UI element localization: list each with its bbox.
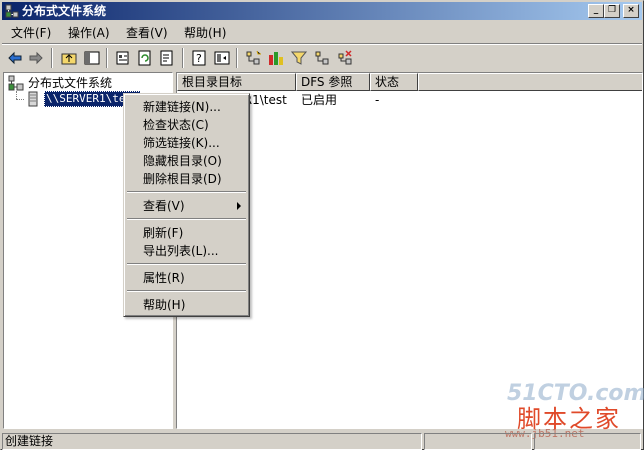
new-root-icon <box>246 50 261 65</box>
forward-button[interactable] <box>26 48 46 68</box>
filter-icon <box>291 51 307 65</box>
minimize-button[interactable]: _ <box>588 4 604 18</box>
ctx-refresh[interactable]: 刷新(F) <box>126 224 247 242</box>
toolbar-separator <box>51 48 53 68</box>
ctx-view[interactable]: 查看(V) <box>126 197 247 215</box>
toolbar-separator <box>182 48 184 68</box>
properties-button[interactable] <box>113 48 133 68</box>
toolbar-separator <box>236 48 238 68</box>
ctx-properties[interactable]: 属性(R) <box>126 269 247 287</box>
ctx-filter-links[interactable]: 筛选链接(K)... <box>126 134 247 152</box>
menu-help[interactable]: 帮助(H) <box>184 25 226 41</box>
help-button[interactable]: ? <box>189 48 209 68</box>
ctx-separator <box>127 218 246 220</box>
new-link-button[interactable] <box>266 48 286 68</box>
cell-status: - <box>375 93 380 107</box>
submenu-arrow-icon <box>237 202 241 210</box>
menu-file[interactable]: 文件(F) <box>11 25 51 41</box>
properties-icon <box>116 51 129 65</box>
menu-separator <box>2 43 642 45</box>
ctx-help[interactable]: 帮助(H) <box>126 296 247 314</box>
svg-text:?: ? <box>196 52 202 65</box>
ctx-separator <box>127 191 246 193</box>
ctx-separator <box>127 290 246 292</box>
bar-chart-icon <box>269 52 283 65</box>
column-header-target[interactable]: 根目录目标 <box>177 73 296 91</box>
console-icon <box>214 51 230 65</box>
ctx-hide-root[interactable]: 隐藏根目录(O) <box>126 152 247 170</box>
status-panel-3 <box>534 433 641 450</box>
column-header-filler <box>418 73 642 91</box>
cell-referral: 已启用 <box>301 93 338 107</box>
tree-connector <box>16 99 24 100</box>
check-status-button[interactable] <box>312 48 332 68</box>
menu-view[interactable]: 查看(V) <box>126 25 168 41</box>
back-button[interactable] <box>5 48 25 68</box>
context-menu: 新建链接(N)... 检查状态(C) 筛选链接(K)... 隐藏根目录(O) 删… <box>123 93 250 317</box>
export-list-button[interactable] <box>157 48 177 68</box>
tree-root-label: 分布式文件系统 <box>28 76 113 90</box>
ctx-separator <box>127 263 246 265</box>
status-panel-2 <box>424 433 532 450</box>
column-header-status[interactable]: 状态 <box>370 73 418 91</box>
dfs-app-icon <box>5 4 19 18</box>
ctx-check-status[interactable]: 检查状态(C) <box>126 116 247 134</box>
export-icon <box>160 50 173 66</box>
ctx-new-link[interactable]: 新建链接(N)... <box>126 98 247 116</box>
tree-connector <box>16 91 17 99</box>
delete-icon <box>338 50 352 65</box>
back-icon <box>8 51 22 65</box>
help-icon: ? <box>192 50 206 66</box>
window-title: 分布式文件系统 <box>22 4 107 18</box>
up-level-button[interactable] <box>59 48 79 68</box>
new-root-button[interactable] <box>243 48 263 68</box>
title-bar[interactable]: 分布式文件系统 _ ❐ × <box>2 2 642 20</box>
dfs-root-icon <box>8 75 24 91</box>
menu-bar: 文件(F) 操作(A) 查看(V) 帮助(H) <box>2 22 642 44</box>
status-text: 创建链接 <box>2 433 422 450</box>
filter-links-button[interactable] <box>289 48 309 68</box>
server-icon <box>28 91 38 107</box>
console-tree-button[interactable] <box>212 48 232 68</box>
up-folder-icon <box>61 53 77 65</box>
refresh-button[interactable] <box>135 48 155 68</box>
toolbar-separator <box>106 48 108 68</box>
menu-action[interactable]: 操作(A) <box>68 25 110 41</box>
refresh-icon <box>138 50 151 66</box>
show-tree-icon <box>84 51 100 65</box>
restore-button[interactable]: ❐ <box>604 4 620 18</box>
delete-link-button[interactable] <box>335 48 355 68</box>
status-bar: 创建链接 <box>2 432 642 450</box>
ctx-delete-root[interactable]: 删除根目录(D) <box>126 170 247 188</box>
check-status-icon <box>315 51 329 65</box>
toolbar: ? <box>2 46 642 70</box>
app-window: 分布式文件系统 _ ❐ × 文件(F) 操作(A) 查看(V) 帮助(H) ? … <box>0 0 644 450</box>
show-hide-tree-button[interactable] <box>82 48 102 68</box>
forward-icon <box>29 51 43 65</box>
ctx-export-list[interactable]: 导出列表(L)... <box>126 242 247 260</box>
close-button[interactable]: × <box>623 4 639 18</box>
column-header-referral[interactable]: DFS 参照 <box>296 73 370 91</box>
